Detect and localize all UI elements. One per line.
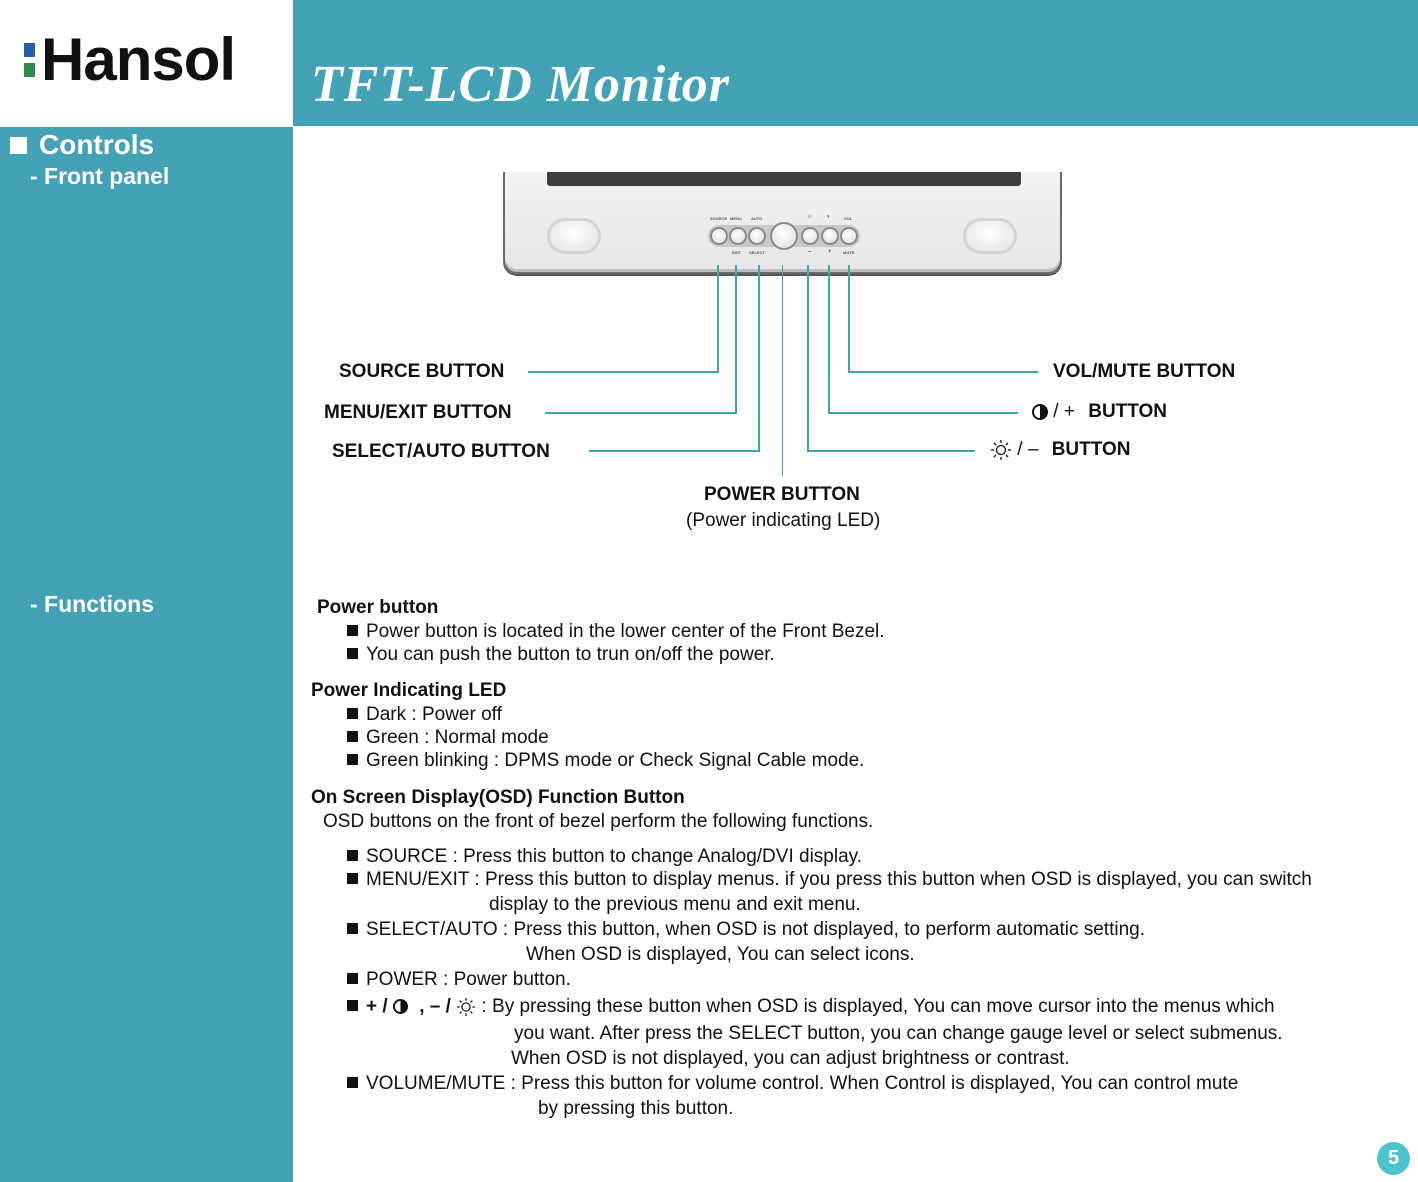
contrast-icon: [392, 999, 408, 1015]
brightness-icon: [457, 997, 476, 1017]
label-power-button: POWER BUTTON: [704, 484, 860, 505]
list-item: + / , – / : By pressing these button whe…: [347, 996, 1275, 1018]
right-speaker-icon: [963, 218, 1017, 254]
bezel-label-minus: –: [808, 249, 812, 255]
leader-line-brightness: [807, 265, 809, 452]
leader-line-contrast: [828, 265, 830, 414]
left-speaker-icon: [547, 218, 601, 254]
leader-line-source-h: [528, 371, 719, 373]
bezel-label-exit: EXIT: [732, 250, 741, 255]
page-title: TFT-LCD Monitor: [311, 56, 731, 113]
list-item-continuation: display to the previous menu and exit me…: [489, 894, 861, 915]
list-item: MENU/EXIT : Press this button to display…: [347, 869, 1312, 891]
leader-line-select-h: [589, 450, 760, 452]
list-item: You can push the button to trun on/off t…: [347, 644, 775, 666]
label-power-led: (Power indicating LED): [686, 510, 881, 531]
leader-line-power: [782, 265, 783, 476]
monitor-front-bezel: SOURCE MENU AUTO ☼ ◑ VOL EXIT SELECT – +…: [503, 172, 1062, 274]
square-bullet-icon: [347, 625, 358, 636]
list-item-continuation: by pressing this button.: [538, 1098, 734, 1119]
contrast-physical-button[interactable]: [821, 227, 839, 245]
square-bullet-icon: [347, 731, 358, 742]
osd-intro: OSD buttons on the front of bezel perfor…: [323, 811, 874, 832]
leader-line-vol: [848, 265, 850, 373]
label-brightness-minus-button: / – BUTTON: [990, 439, 1131, 461]
list-item: Dark : Power off: [347, 704, 502, 726]
leader-line-brightness-h: [807, 450, 975, 452]
section-title-power-button: Power button: [317, 597, 439, 618]
square-bullet-icon: [347, 1077, 358, 1088]
vol-physical-button[interactable]: [840, 227, 858, 245]
list-item-continuation: When OSD is not displayed, you can adjus…: [511, 1048, 1070, 1069]
list-item: Power button is located in the lower cen…: [347, 621, 885, 643]
label-source-button: SOURCE BUTTON: [339, 361, 505, 382]
logo-mark-icon: [24, 43, 35, 77]
source-physical-button[interactable]: [710, 227, 728, 245]
list-item-continuation: When OSD is displayed, You can select ic…: [526, 944, 915, 965]
bezel-label-vol: VOL: [844, 216, 853, 221]
bezel-label-brightness: ☼: [807, 214, 813, 220]
auto-physical-button[interactable]: [748, 227, 766, 245]
list-item: VOLUME/MUTE : Press this button for volu…: [347, 1073, 1238, 1095]
leader-line-select: [758, 265, 760, 452]
sidebar-heading-label: Controls: [39, 129, 155, 160]
square-bullet-icon: [347, 754, 358, 765]
leader-line-menu: [735, 265, 737, 414]
bezel-label-menu: MENU: [730, 216, 742, 221]
list-item: SELECT/AUTO : Press this button, when OS…: [347, 919, 1145, 941]
list-item: POWER : Power button.: [347, 969, 571, 991]
list-item-continuation: you want. After press the SELECT button,…: [514, 1023, 1283, 1044]
bezel-label-source: SOURCE: [710, 216, 728, 221]
bezel-label-plus: +: [828, 249, 832, 255]
square-bullet-icon: [347, 850, 358, 861]
leader-line-contrast-h: [828, 412, 1018, 414]
page-number-badge: 5: [1377, 1142, 1410, 1175]
label-contrast-plus-button: / + BUTTON: [1032, 401, 1167, 423]
bezel-label-select: SELECT: [749, 250, 765, 255]
leader-line-menu-h: [545, 412, 737, 414]
square-bullet-icon: [347, 1000, 358, 1011]
list-item: SOURCE : Press this button to change Ana…: [347, 846, 862, 868]
bezel-label-auto: AUTO: [751, 216, 763, 221]
list-item: Green : Normal mode: [347, 727, 549, 749]
logo-text: Hansol: [41, 26, 236, 93]
label-select-auto-button: SELECT/AUTO BUTTON: [332, 441, 550, 462]
leader-line-source: [717, 265, 719, 373]
brightness-physical-button[interactable]: [801, 227, 819, 245]
menu-physical-button[interactable]: [729, 227, 747, 245]
power-physical-button[interactable]: [770, 222, 798, 250]
square-bullet-icon: [347, 973, 358, 984]
list-item: Green blinking : DPMS mode or Check Sign…: [347, 750, 864, 772]
leader-line-vol-h: [848, 371, 1038, 373]
label-vol-mute-button: VOL/MUTE BUTTON: [1053, 361, 1236, 382]
square-bullet-icon: [10, 136, 27, 154]
square-bullet-icon: [347, 923, 358, 934]
screen-edge: [547, 172, 1021, 186]
sidebar-heading: Controls: [10, 129, 154, 161]
brightness-icon: [991, 440, 1011, 460]
section-title-power-led: Power Indicating LED: [311, 680, 507, 701]
square-bullet-icon: [347, 708, 358, 719]
sidebar-item-front-panel: - Front panel: [30, 163, 170, 189]
section-title-osd: On Screen Display(OSD) Function Button: [311, 787, 685, 808]
sidebar: Controls - Front panel - Functions: [0, 127, 293, 1182]
bezel-label-contrast: ◑: [826, 214, 830, 220]
sidebar-item-functions: - Functions: [30, 591, 154, 617]
hansol-logo: Hansol: [24, 26, 236, 93]
header-band: TFT-LCD Monitor: [293, 0, 1418, 126]
logo-area: Hansol: [0, 0, 293, 126]
button-cluster: SOURCE MENU AUTO ☼ ◑ VOL EXIT SELECT – +…: [708, 212, 860, 260]
square-bullet-icon: [347, 648, 358, 659]
contrast-icon: [1032, 403, 1048, 420]
bezel-label-mute: MUTE: [843, 250, 855, 255]
label-menu-exit-button: MENU/EXIT BUTTON: [324, 402, 512, 423]
square-bullet-icon: [347, 873, 358, 884]
